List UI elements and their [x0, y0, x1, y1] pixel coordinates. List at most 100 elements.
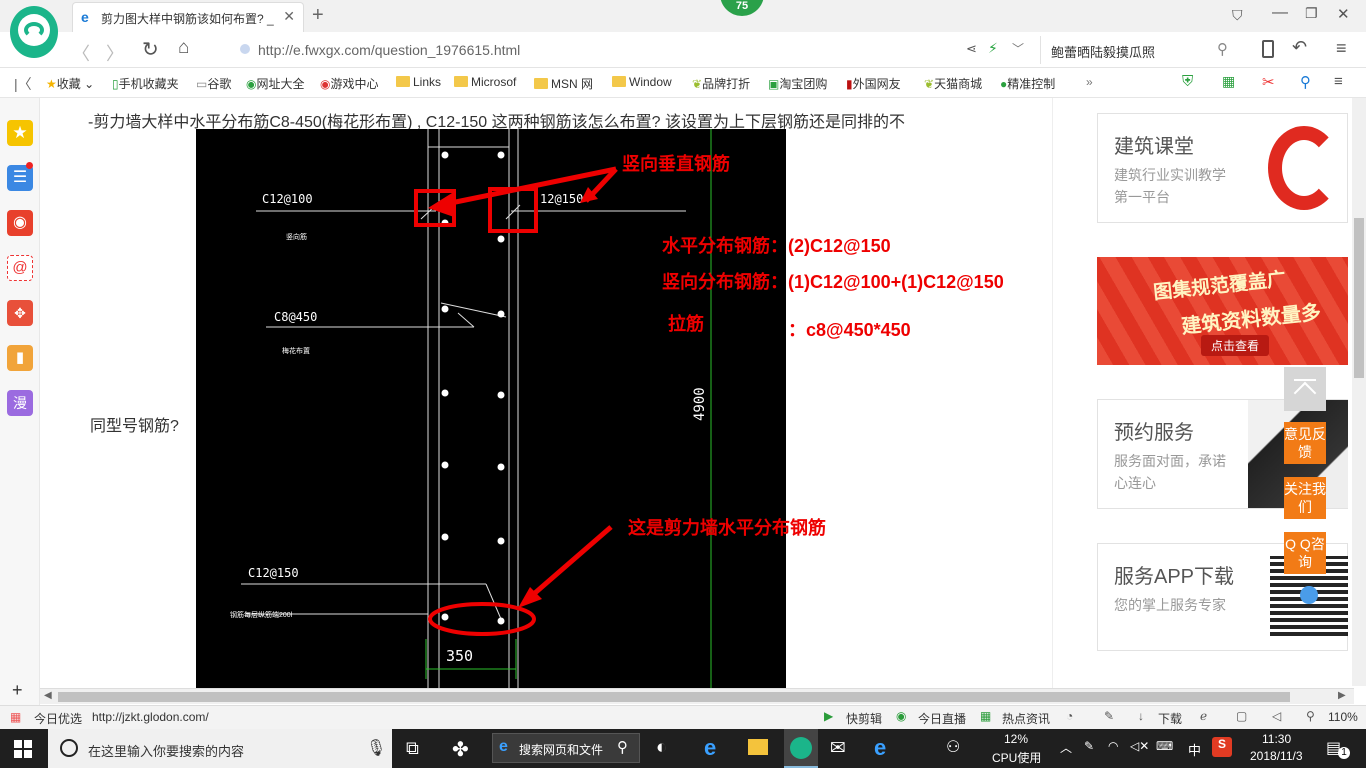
scroll-right-icon[interactable]: ▶ — [1338, 690, 1346, 701]
bookmark-google[interactable]: ▭谷歌 — [196, 75, 231, 91]
collapse-sidebar-icon[interactable]: |〈 — [14, 74, 32, 94]
bookmark-mobile[interactable]: ▯手机收藏夹 — [112, 75, 179, 91]
forward-icon[interactable]: 〉 — [106, 40, 124, 66]
vertical-scrollbar[interactable] — [1352, 98, 1366, 686]
search-box[interactable]: 鲍蕾晒陆毅摸瓜照 ⚲ — [1040, 36, 1240, 64]
comic-icon[interactable]: 漫 — [7, 390, 33, 416]
status-item-live[interactable]: 今日直播 — [918, 710, 966, 727]
bookmark-foreign[interactable]: ▮外国网友 — [846, 75, 901, 91]
card-jianzhu-ketang[interactable]: 建筑课堂 建筑行业实训教学第一平台 — [1097, 113, 1348, 223]
status-item-download[interactable]: 下载 — [1158, 710, 1182, 727]
back-to-top-button[interactable] — [1284, 367, 1326, 411]
favorites-star-icon[interactable]: ★ — [7, 120, 33, 146]
status-item-news[interactable]: 热点资讯 — [1002, 710, 1050, 727]
scroll-left-icon[interactable]: ◀ — [44, 690, 52, 701]
taskbar-search[interactable]: 在这里输入你要搜索的内容 🎙 — [48, 729, 392, 768]
bookmark-brand[interactable]: ❦品牌打折 — [692, 75, 750, 91]
scroll-thumb-v[interactable] — [1354, 218, 1364, 378]
taskbar-web-search[interactable]: e 搜索网页和文件 ⚲ — [492, 733, 640, 763]
pen-icon[interactable]: ✎ — [1084, 739, 1094, 753]
browser-taskbar-icon[interactable] — [784, 729, 818, 768]
scroll-thumb-h[interactable] — [58, 692, 1290, 702]
bird-app-icon[interactable]: ◐ — [656, 737, 667, 759]
label-c12-150-top: 12@150 — [540, 192, 583, 206]
url-field[interactable]: http://e.fwxgx.com/question_1976615.html — [236, 36, 956, 64]
volume-muted-icon[interactable]: ◁✕ — [1130, 739, 1149, 753]
chevron-down-icon[interactable]: ﹀ — [1012, 40, 1024, 57]
pinwheel-icon[interactable]: ✤ — [452, 737, 469, 762]
search-icon[interactable]: ⚲ — [1217, 40, 1228, 58]
bookmark-windows[interactable]: Window — [612, 75, 672, 91]
wifi-icon[interactable]: ◠ — [1108, 739, 1118, 753]
file-explorer-icon[interactable] — [748, 739, 768, 755]
clock-date[interactable]: 2018/11/3 — [1250, 749, 1303, 763]
new-tab-icon[interactable]: + — [312, 4, 324, 27]
zoom-level[interactable]: 110% — [1328, 710, 1358, 724]
update-badge[interactable]: 75 — [720, 0, 764, 16]
minimize-icon[interactable]: — — [1272, 4, 1288, 22]
bookmark-menu-icon[interactable]: ≡ — [1334, 73, 1343, 90]
back-icon[interactable]: 〈 — [72, 40, 90, 66]
bookmark-precise[interactable]: ●精准控制 — [1000, 75, 1055, 91]
horizontal-scrollbar[interactable]: ◀ ▶ — [40, 688, 1354, 704]
restore-icon[interactable]: ❐ — [1305, 5, 1318, 22]
refresh-icon[interactable]: ↻ — [142, 37, 159, 62]
pin-icon[interactable]: ✎ — [1104, 709, 1114, 723]
bookmark-links[interactable]: Links — [396, 75, 441, 91]
bookmark-taobao[interactable]: ▣淘宝团购 — [768, 75, 827, 91]
qq-button[interactable]: Q Q咨询 — [1284, 532, 1326, 574]
window-icon[interactable]: ▢ — [1236, 709, 1247, 723]
bookmark-tmall[interactable]: ❦天猫商城 — [924, 75, 982, 91]
share-icon[interactable]: ⋖ — [966, 41, 977, 57]
bookmark-msn[interactable]: MSN 网 — [534, 75, 593, 91]
game-pad-icon[interactable]: ✥ — [7, 300, 33, 326]
translate-icon[interactable]: ▦ — [1222, 73, 1235, 90]
task-view-icon[interactable]: ⧉ — [406, 738, 419, 759]
bookmark-games[interactable]: ◉游戏中心 — [320, 75, 379, 91]
phone-icon[interactable] — [1262, 40, 1274, 58]
edge-taskbar-icon[interactable]: e — [704, 735, 716, 761]
status-label[interactable]: 今日优选 — [34, 710, 82, 727]
people-icon[interactable]: ⚇ — [946, 737, 960, 757]
sogou-icon[interactable]: S — [1212, 737, 1232, 757]
bookmark-hao[interactable]: ◉网址大全 — [246, 75, 305, 91]
keyboard-icon[interactable]: ⌨ — [1156, 739, 1173, 753]
tab-close-icon[interactable]: ✕ — [283, 8, 295, 25]
book-icon[interactable]: ▮ — [7, 345, 33, 371]
weibo-icon[interactable]: ◉ — [7, 210, 33, 236]
undo-icon[interactable]: ↶ — [1292, 37, 1307, 58]
ie-mode-icon[interactable]: ℯ — [1200, 709, 1207, 723]
tray-chevron-up-icon[interactable]: ︿ — [1060, 739, 1072, 756]
bookmark-search-icon[interactable]: ⚲ — [1300, 73, 1311, 91]
question-text-line2: 同型号钢筋? — [90, 418, 179, 435]
feedback-button[interactable]: 意见反馈 — [1284, 422, 1326, 464]
tab-active[interactable]: e 剪力图大样中钢筋该如何布置? _ ✕ — [72, 2, 304, 32]
lightning-icon[interactable]: ⚡ — [988, 40, 998, 57]
banner-atlas[interactable]: 图集规范覆盖广 建筑资料数量多 点击查看 — [1097, 257, 1348, 365]
shield-icon[interactable]: ⛨ — [1182, 73, 1193, 90]
input-lang[interactable]: 中 — [1188, 740, 1201, 759]
skin-icon[interactable]: ⛉ — [1232, 7, 1243, 24]
start-windows-icon[interactable] — [14, 740, 32, 758]
bookmark-favorites[interactable]: ★收藏 ⌄ — [46, 75, 94, 91]
mail-taskbar-icon[interactable]: ✉ — [830, 737, 846, 760]
annotation-vertical: 竖向垂直钢筋 — [622, 154, 730, 175]
follow-button[interactable]: 关注我们 — [1284, 477, 1326, 519]
close-window-icon[interactable]: ✕ — [1337, 5, 1350, 23]
clock-time[interactable]: 11:30 — [1262, 732, 1291, 746]
speed-icon[interactable]: ◔ — [1066, 709, 1073, 723]
add-sidebar-icon[interactable]: + — [12, 680, 23, 701]
mic-icon[interactable]: 🎙 — [366, 738, 386, 758]
home-icon[interactable]: ⌂ — [178, 37, 189, 59]
status-item-clip[interactable]: 快剪辑 — [846, 710, 882, 727]
sound-icon[interactable]: ◁ — [1272, 709, 1281, 723]
scissors-icon[interactable]: ✂ — [1262, 73, 1275, 91]
more-bookmarks-icon[interactable]: » — [1086, 75, 1093, 89]
bookmark-microsoft[interactable]: Microsof — [454, 75, 516, 91]
browser-logo[interactable] — [10, 6, 58, 58]
banner-button[interactable]: 点击查看 — [1201, 335, 1270, 356]
mail-icon[interactable]: @ — [7, 255, 33, 281]
edge-taskbar-icon-2[interactable]: e — [874, 735, 886, 761]
zoom-icon[interactable]: ⚲ — [1306, 709, 1315, 723]
menu-icon[interactable]: ≡ — [1336, 38, 1347, 59]
